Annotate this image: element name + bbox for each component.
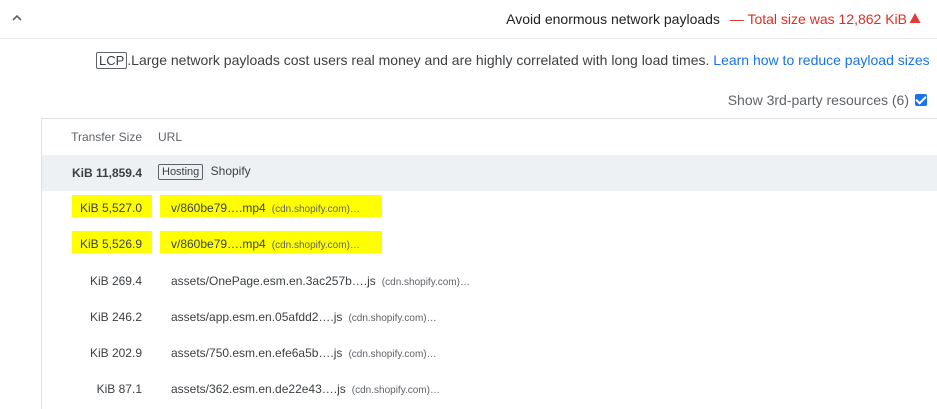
table-row: KiB 5,526.9 v/860be79….mp4 (cdn.shopify.c… xyxy=(42,227,937,263)
row-url-path[interactable]: v/860be79….mp4 xyxy=(171,237,266,251)
row-url-host: (cdn.shopify.com)… xyxy=(348,313,437,324)
third-party-checkbox[interactable] xyxy=(915,94,927,106)
row-url-host: (cdn.shopify.com)… xyxy=(351,385,440,396)
group-name: Shopify xyxy=(210,164,251,178)
third-party-label: Show 3rd-party resources (6) xyxy=(727,92,909,108)
table-row: KiB 202.9 assets/750.esm.en.efe6a5b….js (… xyxy=(42,335,937,371)
table-row: KiB 246.2 assets/app.esm.en.05afdd2….js (… xyxy=(42,299,937,335)
row-url-path[interactable]: assets/app.esm.en.05afdd2….js xyxy=(171,310,342,324)
row-url-host: (cdn.shopify.com)… xyxy=(381,277,470,288)
row-size: KiB 5,527.0 xyxy=(79,201,142,215)
audit-title: Avoid enormous network payloads — Total … xyxy=(506,11,907,27)
row-size: KiB 269.4 xyxy=(89,274,142,288)
row-size: KiB 5,526.9 xyxy=(79,237,142,251)
row-url[interactable]: v/860be79….mp4 (cdn.shopify.com)… xyxy=(171,201,360,215)
column-header-transfer-size: Transfer Size xyxy=(71,130,142,144)
learn-more-link[interactable]: Learn how to reduce payload sizes xyxy=(713,52,929,68)
row-url[interactable]: assets/app.esm.en.05afdd2….js (cdn.shopif… xyxy=(171,310,437,324)
lcp-badge: LCP xyxy=(96,52,128,69)
third-party-toggle[interactable]: Show 3rd-party resources (6) xyxy=(728,92,927,108)
audit-separator: — xyxy=(729,11,744,27)
row-size: KiB 202.9 xyxy=(89,346,142,360)
audit-title-text: Avoid enormous network payloads xyxy=(506,11,720,27)
table-row: KiB 269.4 assets/OnePage.esm.en.3ac257b…… xyxy=(42,263,937,299)
row-size: KiB 87.1 xyxy=(96,382,142,396)
row-url-host: (cdn.shopify.com)… xyxy=(271,240,360,251)
warning-triangle-icon xyxy=(909,13,921,23)
row-url[interactable]: assets/362.esm.en.de22e43….js (cdn.shopif… xyxy=(171,382,440,396)
audit-description: LCP .Large network payloads cost users re… xyxy=(96,52,930,69)
group-label: Hosting Shopify xyxy=(158,164,251,180)
table-header: Transfer Size URL xyxy=(42,119,937,155)
row-url-host: (cdn.shopify.com)… xyxy=(348,349,437,360)
table-row: KiB 5,527.0 v/860be79….mp4 (cdn.shopify.c… xyxy=(42,191,937,227)
table-row: KiB 87.1 assets/362.esm.en.de22e43….js (c… xyxy=(42,371,937,407)
description-text: .Large network payloads cost users real … xyxy=(127,52,710,68)
column-header-url: URL xyxy=(158,130,183,144)
entity-group-row: KiB 11,859.4 Hosting Shopify xyxy=(42,155,937,191)
row-url[interactable]: assets/OnePage.esm.en.3ac257b….js (cdn.sh… xyxy=(171,274,470,288)
row-url-path[interactable]: assets/750.esm.en.efe6a5b….js xyxy=(171,346,342,360)
row-url-path[interactable]: assets/OnePage.esm.en.3ac257b….js xyxy=(171,274,376,288)
row-url[interactable]: v/860be79….mp4 (cdn.shopify.com)… xyxy=(171,237,360,251)
payload-table: Transfer Size URL KiB 11,859.4 Hosting S… xyxy=(41,118,937,409)
audit-header[interactable]: Avoid enormous network payloads — Total … xyxy=(0,0,937,39)
row-url[interactable]: assets/750.esm.en.efe6a5b….js (cdn.shopif… xyxy=(171,346,437,360)
group-size: KiB 11,859.4 xyxy=(71,166,142,180)
row-size: KiB 246.2 xyxy=(89,310,142,324)
row-url-host: (cdn.shopify.com)… xyxy=(271,204,360,215)
audit-summary: Total size was 12,862 KiB xyxy=(747,11,907,27)
row-url-path[interactable]: assets/362.esm.en.de22e43….js xyxy=(171,382,346,396)
hosting-badge: Hosting xyxy=(158,164,204,180)
row-url-path[interactable]: v/860be79….mp4 xyxy=(171,201,266,215)
chevron-up-icon[interactable] xyxy=(10,11,24,25)
